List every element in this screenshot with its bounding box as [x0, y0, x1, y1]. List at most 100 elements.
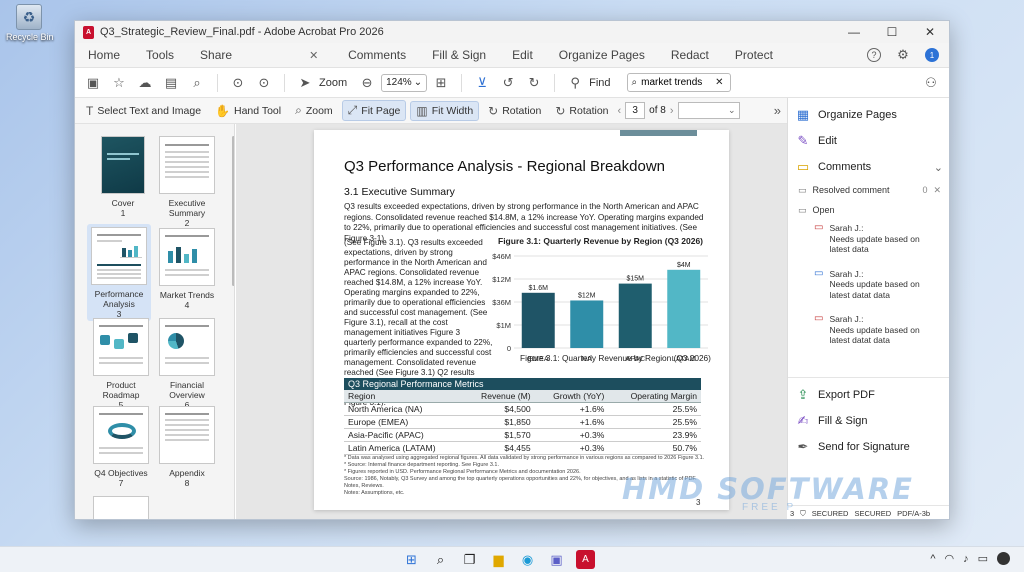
comments-tool[interactable]: ▭ Comments ⌄	[788, 154, 949, 180]
close-icon[interactable]: ✕	[933, 185, 941, 196]
comment-icon: ▭	[814, 267, 824, 279]
hand-tool-button[interactable]: ✋ Hand Tool	[210, 102, 286, 120]
rotate-left-icon[interactable]: ↺	[496, 72, 520, 94]
wifi-icon[interactable]: ◠	[944, 552, 954, 565]
tray-overflow-icon[interactable]: ^	[930, 553, 935, 565]
export-pdf-tool[interactable]: ⇪ Export PDF	[788, 382, 949, 408]
help-icon[interactable]: ?	[867, 48, 881, 62]
notification-icon[interactable]	[997, 552, 1010, 565]
find-search-box[interactable]: ⌕ ✕	[626, 73, 731, 92]
edge-browser-icon[interactable]: ◉	[518, 550, 537, 569]
zoom-search-icon[interactable]: ⌕	[185, 72, 209, 94]
recycle-bin[interactable]: ♻ Recycle Bin	[6, 4, 54, 42]
close-tab-icon[interactable]: ✕	[309, 49, 327, 62]
upload-cloud-icon[interactable]: ☁	[133, 72, 157, 94]
thumbnail-image	[93, 318, 149, 376]
search-input[interactable]	[641, 77, 712, 88]
organize-pages-label: Organize Pages	[818, 109, 897, 121]
more-tools-button[interactable]: »	[774, 103, 781, 118]
zoom-tool-button[interactable]: ⌕ Zoom	[290, 101, 338, 120]
thumbnail-page-4[interactable]: Market Trends 4	[153, 228, 221, 310]
next-page-icon[interactable]: ⊙	[252, 72, 276, 94]
footnote-line: * Figures reported in USD. Performance R…	[344, 469, 581, 475]
thumbnail-page-7[interactable]: Q4 Objectives 7	[87, 406, 155, 488]
menu-bar: Home Tools Share ✕ Comments Fill & Sign …	[75, 43, 949, 68]
user-avatar[interactable]: 1	[925, 48, 939, 62]
image-icon[interactable]: ▤	[159, 72, 183, 94]
tab-fill-sign[interactable]: Fill & Sign	[419, 43, 499, 68]
header-revenue: Revenue (M)	[462, 390, 535, 403]
comment-item[interactable]: ▭ Sarah J.: Needs update based on latest…	[788, 220, 949, 258]
search-icon[interactable]: ⌕	[431, 550, 450, 569]
chevron-down-icon[interactable]: ⌄	[934, 161, 943, 174]
tab-share[interactable]: Share	[187, 43, 245, 68]
comment-item[interactable]: ▭ Sarah J.: Needs update based on latest…	[788, 311, 949, 349]
cell-margin: 50.7%	[608, 441, 701, 455]
acrobat-taskbar-icon[interactable]: A	[576, 550, 595, 569]
open-comments-row[interactable]: ▭ Open	[788, 200, 949, 220]
share-user-icon[interactable]: ⚇	[919, 72, 943, 94]
page-total-label: of 8	[649, 105, 666, 116]
battery-icon[interactable]: ▭	[978, 552, 988, 565]
find-user-icon[interactable]: ⚲	[563, 72, 587, 94]
find-label[interactable]: Find	[589, 77, 610, 89]
minimize-button[interactable]: —	[835, 21, 873, 43]
cell-region: Asia-Pacific (APAC)	[344, 428, 463, 442]
organize-pages-tool[interactable]: ▦ Organize Pages	[788, 102, 949, 128]
maximize-button[interactable]: ☐	[873, 21, 911, 43]
thumbnail-chart-shape	[166, 243, 210, 263]
file-explorer-icon[interactable]: ▆	[489, 550, 508, 569]
thumbnails-scrollbar[interactable]	[232, 136, 234, 286]
zoom-out-icon[interactable]: ⊖	[355, 72, 379, 94]
thumbnail-page-1[interactable]: Cover 1	[89, 136, 157, 218]
teams-icon[interactable]: ▣	[547, 550, 566, 569]
prev-page-chevron-icon[interactable]: ‹	[618, 105, 622, 117]
chart-bar-na	[570, 300, 604, 348]
thumbnail-page-3[interactable]: Performance Analysis 3	[87, 224, 151, 321]
zoom-level-select[interactable]: 124% ⌄	[381, 73, 428, 92]
resolved-comments-row[interactable]: ▭ Resolved comment 0 ✕	[788, 180, 949, 200]
thumbnail-page-5[interactable]: Product Roadmap 5	[87, 318, 155, 410]
page-number-input[interactable]: 3	[625, 102, 646, 119]
tab-protect[interactable]: Protect	[722, 43, 786, 68]
rotation-button-1[interactable]: ↻ Rotation	[483, 102, 546, 120]
rotate-right-icon[interactable]: ↻	[522, 72, 546, 94]
page-view-dropdown[interactable]: ⌄	[677, 102, 740, 119]
document-viewer[interactable]: Q3 Performance Analysis - Regional Break…	[236, 124, 787, 519]
download-icon[interactable]: ⊻	[470, 72, 494, 94]
rotation-button-2[interactable]: ↻ Rotation	[550, 102, 613, 120]
thumbnail-page-6[interactable]: Financial Overview 6	[153, 318, 221, 410]
star-icon[interactable]: ☆	[107, 72, 131, 94]
task-view-icon[interactable]: ❐	[460, 550, 479, 569]
settings-gear-icon[interactable]: ⚙	[891, 44, 915, 66]
edit-tool[interactable]: ✎ Edit	[788, 128, 949, 154]
volume-icon[interactable]: ♪	[963, 553, 969, 565]
previous-page-icon[interactable]: ⊙	[226, 72, 250, 94]
select-text-image-button[interactable]: T Select Text and Image	[81, 102, 206, 120]
clear-search-icon[interactable]: ✕	[715, 77, 723, 88]
fill-sign-tool[interactable]: ✍ Fill & Sign	[788, 408, 949, 434]
start-windows-icon[interactable]: ⊞	[402, 550, 421, 569]
tab-home[interactable]: Home	[75, 43, 133, 68]
tab-tools[interactable]: Tools	[133, 43, 187, 68]
tab-redact[interactable]: Redact	[658, 43, 722, 68]
tab-comments[interactable]: Comments	[335, 43, 419, 68]
thumbnail-image	[159, 136, 215, 194]
separator	[217, 73, 218, 92]
pointer-cursor-icon[interactable]: ➤	[293, 72, 317, 94]
rotation-label-2: Rotation	[569, 104, 609, 117]
thumbnail-page-2[interactable]: Executive Summary 2	[153, 136, 221, 228]
fit-page-button[interactable]: ⤢ Fit Page	[341, 100, 407, 121]
next-page-chevron-icon[interactable]: ›	[670, 105, 674, 117]
thumbnail-page-8[interactable]: Appendix 8	[153, 406, 221, 488]
fit-width-button[interactable]: ▥ Fit Width	[410, 100, 480, 121]
tab-edit[interactable]: Edit	[499, 43, 546, 68]
zoom-in-icon[interactable]: ⊞	[429, 72, 453, 94]
send-signature-tool[interactable]: ✒ Send for Signature	[788, 434, 949, 460]
tab-organize-pages[interactable]: Organize Pages	[546, 43, 658, 68]
comment-item[interactable]: ▭ Sarah J.: Needs update based on latest…	[788, 266, 949, 304]
comment-bubble-icon: ▭	[796, 159, 810, 174]
save-icon[interactable]: ▣	[81, 72, 105, 94]
fit-width-label: Fit Width	[431, 104, 474, 117]
close-window-button[interactable]: ✕	[911, 21, 949, 43]
